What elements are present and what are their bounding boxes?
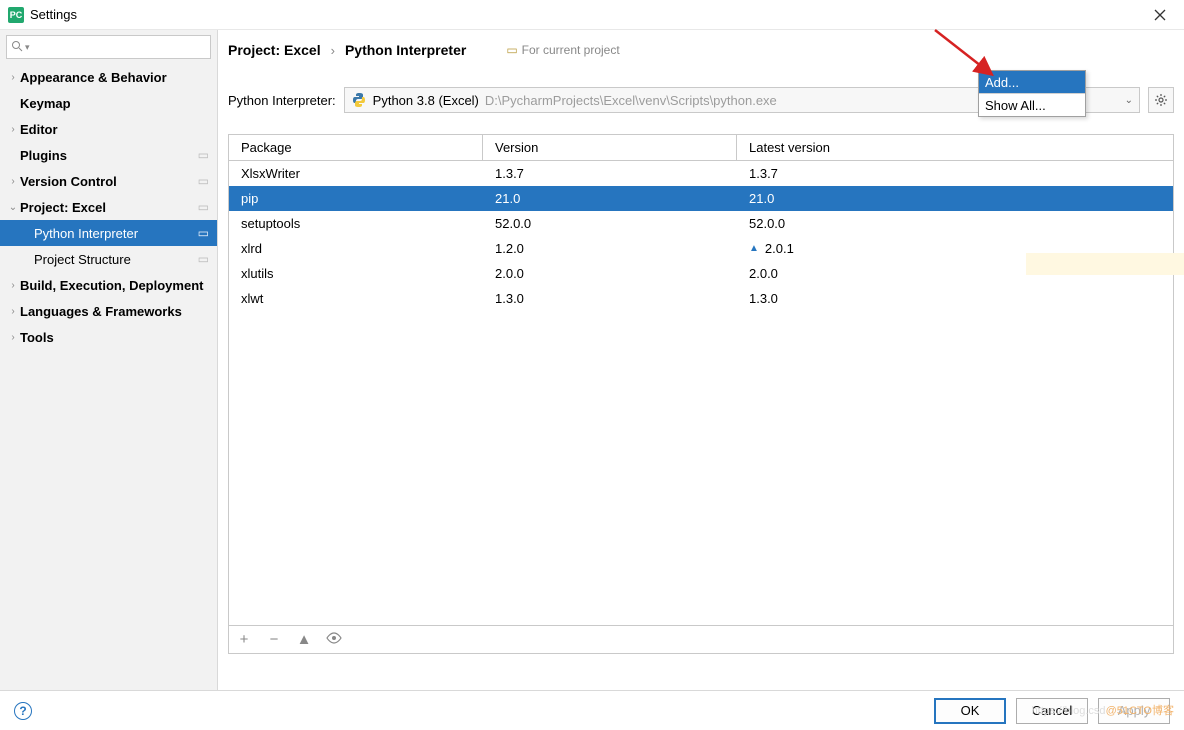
cell-version: 21.0 [483,191,737,206]
close-icon [1154,9,1166,21]
settings-tree: ›Appearance & BehaviorKeymap›EditorPlugi… [0,64,217,690]
breadcrumb-separator: › [331,43,335,58]
expand-arrow-icon: › [6,280,20,291]
cell-package: XlsxWriter [229,166,483,181]
sidebar-item-keymap[interactable]: Keymap [0,90,217,116]
sidebar-item-label: Project: Excel [20,200,198,215]
interpreter-gear-menu: Add... Show All... [978,70,1086,117]
watermark: https://blog.csd@51CTO博客 [1032,702,1174,718]
titlebar: PC Settings [0,0,1184,30]
gear-icon [1154,93,1168,107]
sidebar-item-label: Version Control [20,174,198,189]
breadcrumb-note: ▭ For current project [506,43,619,57]
cell-latest: 21.0 [737,191,1173,206]
column-header-latest[interactable]: Latest version [737,135,1173,160]
project-scope-icon: ▭ [198,200,209,214]
sidebar-item-version-control[interactable]: ›Version Control▭ [0,168,217,194]
close-button[interactable] [1144,3,1176,27]
menu-item-show-all[interactable]: Show All... [979,94,1085,116]
add-package-button[interactable]: + [235,631,253,648]
packages-toolbar: + − ▲ [229,625,1173,653]
cell-package: xlwt [229,291,483,306]
project-scope-icon: ▭ [198,174,209,188]
sidebar-item-python-interpreter[interactable]: Python Interpreter▭ [0,220,217,246]
remove-package-button[interactable]: − [265,631,283,648]
column-header-version[interactable]: Version [483,135,737,160]
python-icon [351,92,367,108]
sidebar-item-editor[interactable]: ›Editor [0,116,217,142]
window-title: Settings [30,7,77,22]
breadcrumb-project: Project: Excel [228,42,321,58]
table-row[interactable]: xlwt1.3.01.3.0 [229,286,1173,311]
project-scope-icon: ▭ [198,252,209,266]
breadcrumb-page: Python Interpreter [345,42,466,58]
footer: ? OK Cancel Apply [0,690,1184,730]
breadcrumb: Project: Excel › Python Interpreter ▭ Fo… [228,34,1174,66]
table-row[interactable]: pip21.021.0 [229,186,1173,211]
cell-latest: 1.3.0 [737,291,1173,306]
eye-icon [326,632,342,644]
help-button[interactable]: ? [14,702,32,720]
sidebar-item-label: Project Structure [34,252,198,267]
cell-latest: 1.3.7 [737,166,1173,181]
sidebar-item-label: Build, Execution, Deployment [20,278,217,293]
expand-arrow-icon: › [6,124,20,135]
show-early-releases-button[interactable] [325,631,343,648]
chevron-down-icon: ▾ [25,42,30,53]
app-icon: PC [8,7,24,23]
cell-package: pip [229,191,483,206]
sidebar-item-label: Keymap [20,96,217,111]
interpreter-gear-button[interactable] [1148,87,1174,113]
column-header-package[interactable]: Package [229,135,483,160]
table-row[interactable]: XlsxWriter1.3.71.3.7 [229,161,1173,186]
packages-table: Package Version Latest version XlsxWrite… [228,134,1174,654]
cell-package: setuptools [229,216,483,231]
content-panel: Project: Excel › Python Interpreter ▭ Fo… [218,30,1184,690]
menu-item-add[interactable]: Add... [979,71,1085,93]
interpreter-name: Python 3.8 (Excel) [373,93,479,108]
cell-package: xlrd [229,241,483,256]
cell-latest: 52.0.0 [737,216,1173,231]
sidebar-item-appearance-behavior[interactable]: ›Appearance & Behavior [0,64,217,90]
chevron-down-icon: ⌄ [1125,95,1133,106]
sidebar-item-languages-frameworks[interactable]: ›Languages & Frameworks [0,298,217,324]
search-input[interactable]: ▾ [6,35,211,59]
sidebar-item-label: Languages & Frameworks [20,304,217,319]
sidebar-item-project-excel[interactable]: ⌄Project: Excel▭ [0,194,217,220]
project-scope-icon: ▭ [506,43,517,57]
sidebar-item-tools[interactable]: ›Tools [0,324,217,350]
expand-arrow-icon: ⌄ [6,202,20,213]
sidebar-item-plugins[interactable]: Plugins▭ [0,142,217,168]
expand-arrow-icon: › [6,176,20,187]
background-highlight [1026,253,1184,275]
cell-version: 52.0.0 [483,216,737,231]
upgrade-package-button[interactable]: ▲ [295,631,313,648]
sidebar: ▾ ›Appearance & BehaviorKeymap›EditorPlu… [0,30,218,690]
cell-version: 2.0.0 [483,266,737,281]
ok-button[interactable]: OK [934,698,1006,724]
table-row[interactable]: setuptools52.0.052.0.0 [229,211,1173,236]
sidebar-item-build-execution-deployment[interactable]: ›Build, Execution, Deployment [0,272,217,298]
sidebar-item-project-structure[interactable]: Project Structure▭ [0,246,217,272]
cell-version: 1.3.0 [483,291,737,306]
sidebar-item-label: Plugins [20,148,198,163]
interpreter-label: Python Interpreter: [228,93,336,108]
sidebar-item-label: Editor [20,122,217,137]
expand-arrow-icon: › [6,306,20,317]
sidebar-item-label: Appearance & Behavior [20,70,217,85]
cell-version: 1.2.0 [483,241,737,256]
sidebar-item-label: Tools [20,330,217,345]
upgrade-available-icon: ▲ [749,243,759,254]
project-scope-icon: ▭ [198,148,209,162]
sidebar-item-label: Python Interpreter [34,226,198,241]
cell-version: 1.3.7 [483,166,737,181]
expand-arrow-icon: › [6,72,20,83]
expand-arrow-icon: › [6,332,20,343]
search-icon [11,40,23,55]
project-scope-icon: ▭ [198,226,209,240]
cell-package: xlutils [229,266,483,281]
